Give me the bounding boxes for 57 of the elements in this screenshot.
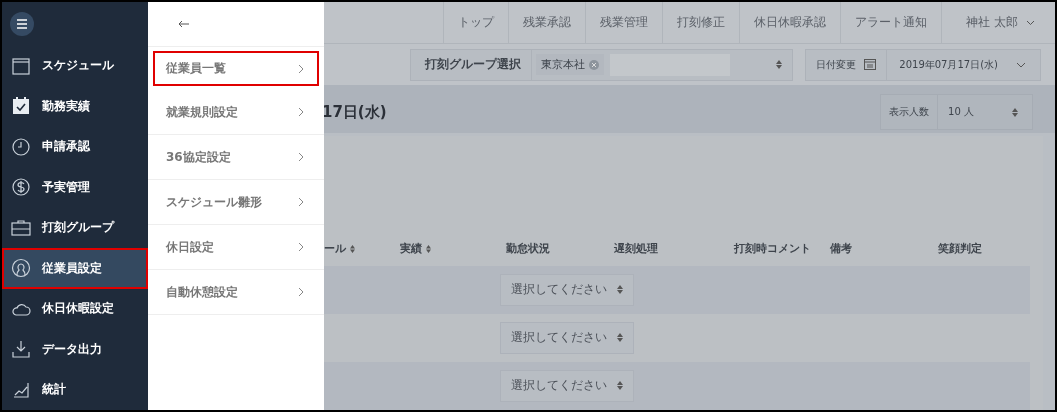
- sidebar-item[interactable]: 統計: [2, 369, 148, 410]
- chevron-down-icon: [1026, 19, 1035, 26]
- sidebar-item[interactable]: 勤務実績: [2, 86, 148, 127]
- briefcase-icon: [11, 217, 31, 238]
- column-header: 遅刻処理: [614, 241, 659, 257]
- column-header: 勤怠状況: [506, 241, 551, 257]
- nav-link[interactable]: アラート通知: [840, 2, 942, 44]
- date-picker[interactable]: 日付変更 2019年07月17日(水): [805, 48, 1041, 81]
- calendar-check-icon: [11, 96, 31, 117]
- column-header: 打刻時コメント: [734, 241, 812, 257]
- column-header: 備考: [830, 241, 853, 257]
- calendar-icon: [11, 55, 31, 76]
- menu-icon[interactable]: [10, 11, 34, 36]
- sidebar-item[interactable]: 申請承認: [2, 126, 148, 167]
- person-icon: [11, 258, 31, 279]
- per-page-select[interactable]: 表示人数 10 人: [880, 94, 1033, 131]
- download-icon: [11, 339, 31, 360]
- clock-icon: [11, 136, 31, 157]
- chevron-right-icon: [298, 287, 304, 297]
- chevron-right-icon: [298, 63, 304, 74]
- page-title: 17日(水): [322, 103, 387, 123]
- sidebar-item[interactable]: 打刻グループ: [2, 207, 148, 248]
- nav-link[interactable]: 休日休暇承認: [739, 2, 841, 44]
- chevron-right-icon: [298, 107, 304, 117]
- sidebar-item[interactable]: 休日休暇設定: [2, 288, 148, 329]
- column-header: 笑顔判定: [938, 241, 983, 257]
- sidebar-item[interactable]: 従業員設定: [2, 248, 148, 289]
- sort-icon: [617, 333, 623, 343]
- column-header[interactable]: ール: [324, 241, 400, 257]
- back-arrow-icon[interactable]: [178, 20, 190, 28]
- column-header[interactable]: 実績: [400, 241, 506, 257]
- calendar-icon: [864, 59, 877, 71]
- sidebar-item[interactable]: 予実管理: [2, 167, 148, 208]
- nav-link[interactable]: 打刻修正: [662, 2, 740, 44]
- status-select[interactable]: 選択してください: [500, 322, 634, 354]
- sort-icon: [1012, 107, 1018, 117]
- group-select-field[interactable]: 打刻グループ選択 東京本社: [410, 48, 794, 81]
- nav-link[interactable]: 残業承認: [508, 2, 586, 44]
- user-menu[interactable]: 神社 太郎: [941, 2, 1055, 44]
- nav-link[interactable]: トップ: [443, 2, 509, 44]
- sort-icon: [350, 245, 355, 253]
- submenu-item[interactable]: 従業員一覧: [153, 51, 319, 86]
- chevron-right-icon: [298, 242, 304, 252]
- status-select[interactable]: 選択してください: [500, 370, 634, 402]
- tag-chip[interactable]: 東京本社: [536, 54, 605, 76]
- sidebar-item[interactable]: スケジュール: [2, 45, 148, 86]
- sort-icon: [426, 245, 431, 253]
- sidebar-item[interactable]: データ出力: [2, 329, 148, 370]
- sort-icon: [617, 381, 623, 391]
- nav-link[interactable]: 残業管理: [585, 2, 663, 44]
- status-select[interactable]: 選択してください: [500, 274, 634, 306]
- sort-icon: [617, 285, 623, 295]
- dollar-icon: [11, 177, 31, 198]
- chevron-right-icon: [298, 152, 304, 162]
- chevron-right-icon: [298, 197, 304, 207]
- sort-icon: [776, 60, 783, 70]
- chevron-down-icon: [1016, 61, 1026, 68]
